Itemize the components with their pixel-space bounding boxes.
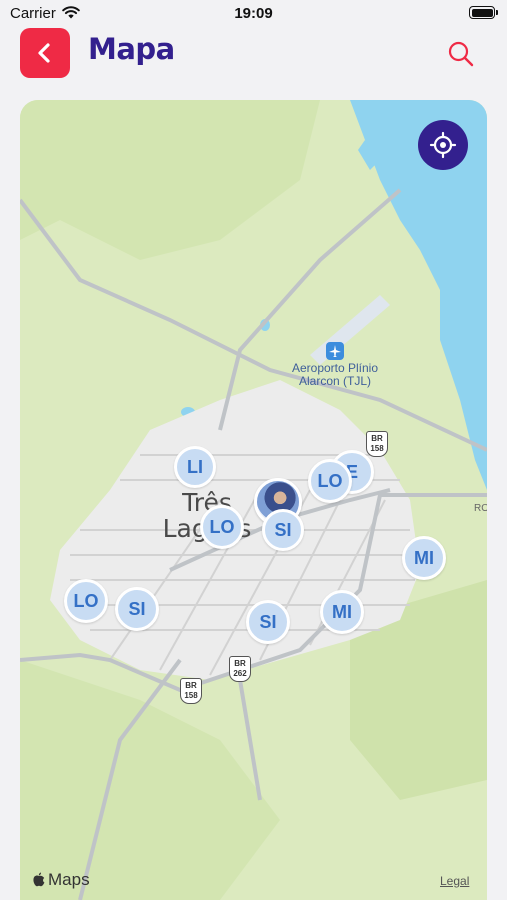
map-pin[interactable]: LI <box>174 446 216 488</box>
route-shield: BR 158 <box>366 431 388 457</box>
search-button[interactable] <box>446 39 476 69</box>
map-pin[interactable]: LO <box>200 505 244 549</box>
battery-icon <box>469 6 498 19</box>
locate-button[interactable] <box>418 120 468 170</box>
header: Mapa <box>0 28 507 88</box>
map-pin[interactable]: LO <box>64 579 108 623</box>
map-pin[interactable]: SI <box>262 509 304 551</box>
map-pin[interactable]: MI <box>402 536 446 580</box>
airport-label-line2: Alarcon (TJL) <box>298 374 372 388</box>
airport-label: Aeroporto Plínio Alarcon (TJL) <box>278 342 392 388</box>
shield-line1: BR <box>234 659 246 668</box>
route-shield: BR 262 <box>229 656 251 682</box>
chevron-left-icon <box>38 43 50 63</box>
legal-link[interactable]: Legal <box>440 874 469 888</box>
shield-line2: 262 <box>233 669 247 678</box>
airport-icon <box>326 342 344 360</box>
map-view[interactable]: Aeroporto Plínio Alarcon (TJL) Três Lago… <box>20 100 487 900</box>
page-title: Mapa <box>88 32 175 66</box>
crosshair-icon <box>429 131 457 159</box>
map-pin[interactable]: SI <box>115 587 159 631</box>
status-time: 19:09 <box>234 5 273 22</box>
status-bar: Carrier 19:09 <box>0 0 507 28</box>
maps-label: Maps <box>48 870 90 889</box>
shield-line1: BR <box>185 681 197 690</box>
map-pin[interactable]: MI <box>320 590 364 634</box>
map-pin[interactable]: SI <box>246 600 290 644</box>
road-label: RO <box>474 503 487 514</box>
maps-attribution: Maps <box>32 870 90 890</box>
route-shield: BR 158 <box>180 678 202 704</box>
shield-line2: 158 <box>370 444 384 453</box>
back-button[interactable] <box>20 28 70 78</box>
map-pin[interactable]: LO <box>308 459 352 503</box>
shield-line2: 158 <box>184 691 198 700</box>
shield-line1: BR <box>371 434 383 443</box>
search-icon <box>448 41 474 67</box>
apple-logo-icon <box>33 872 45 887</box>
